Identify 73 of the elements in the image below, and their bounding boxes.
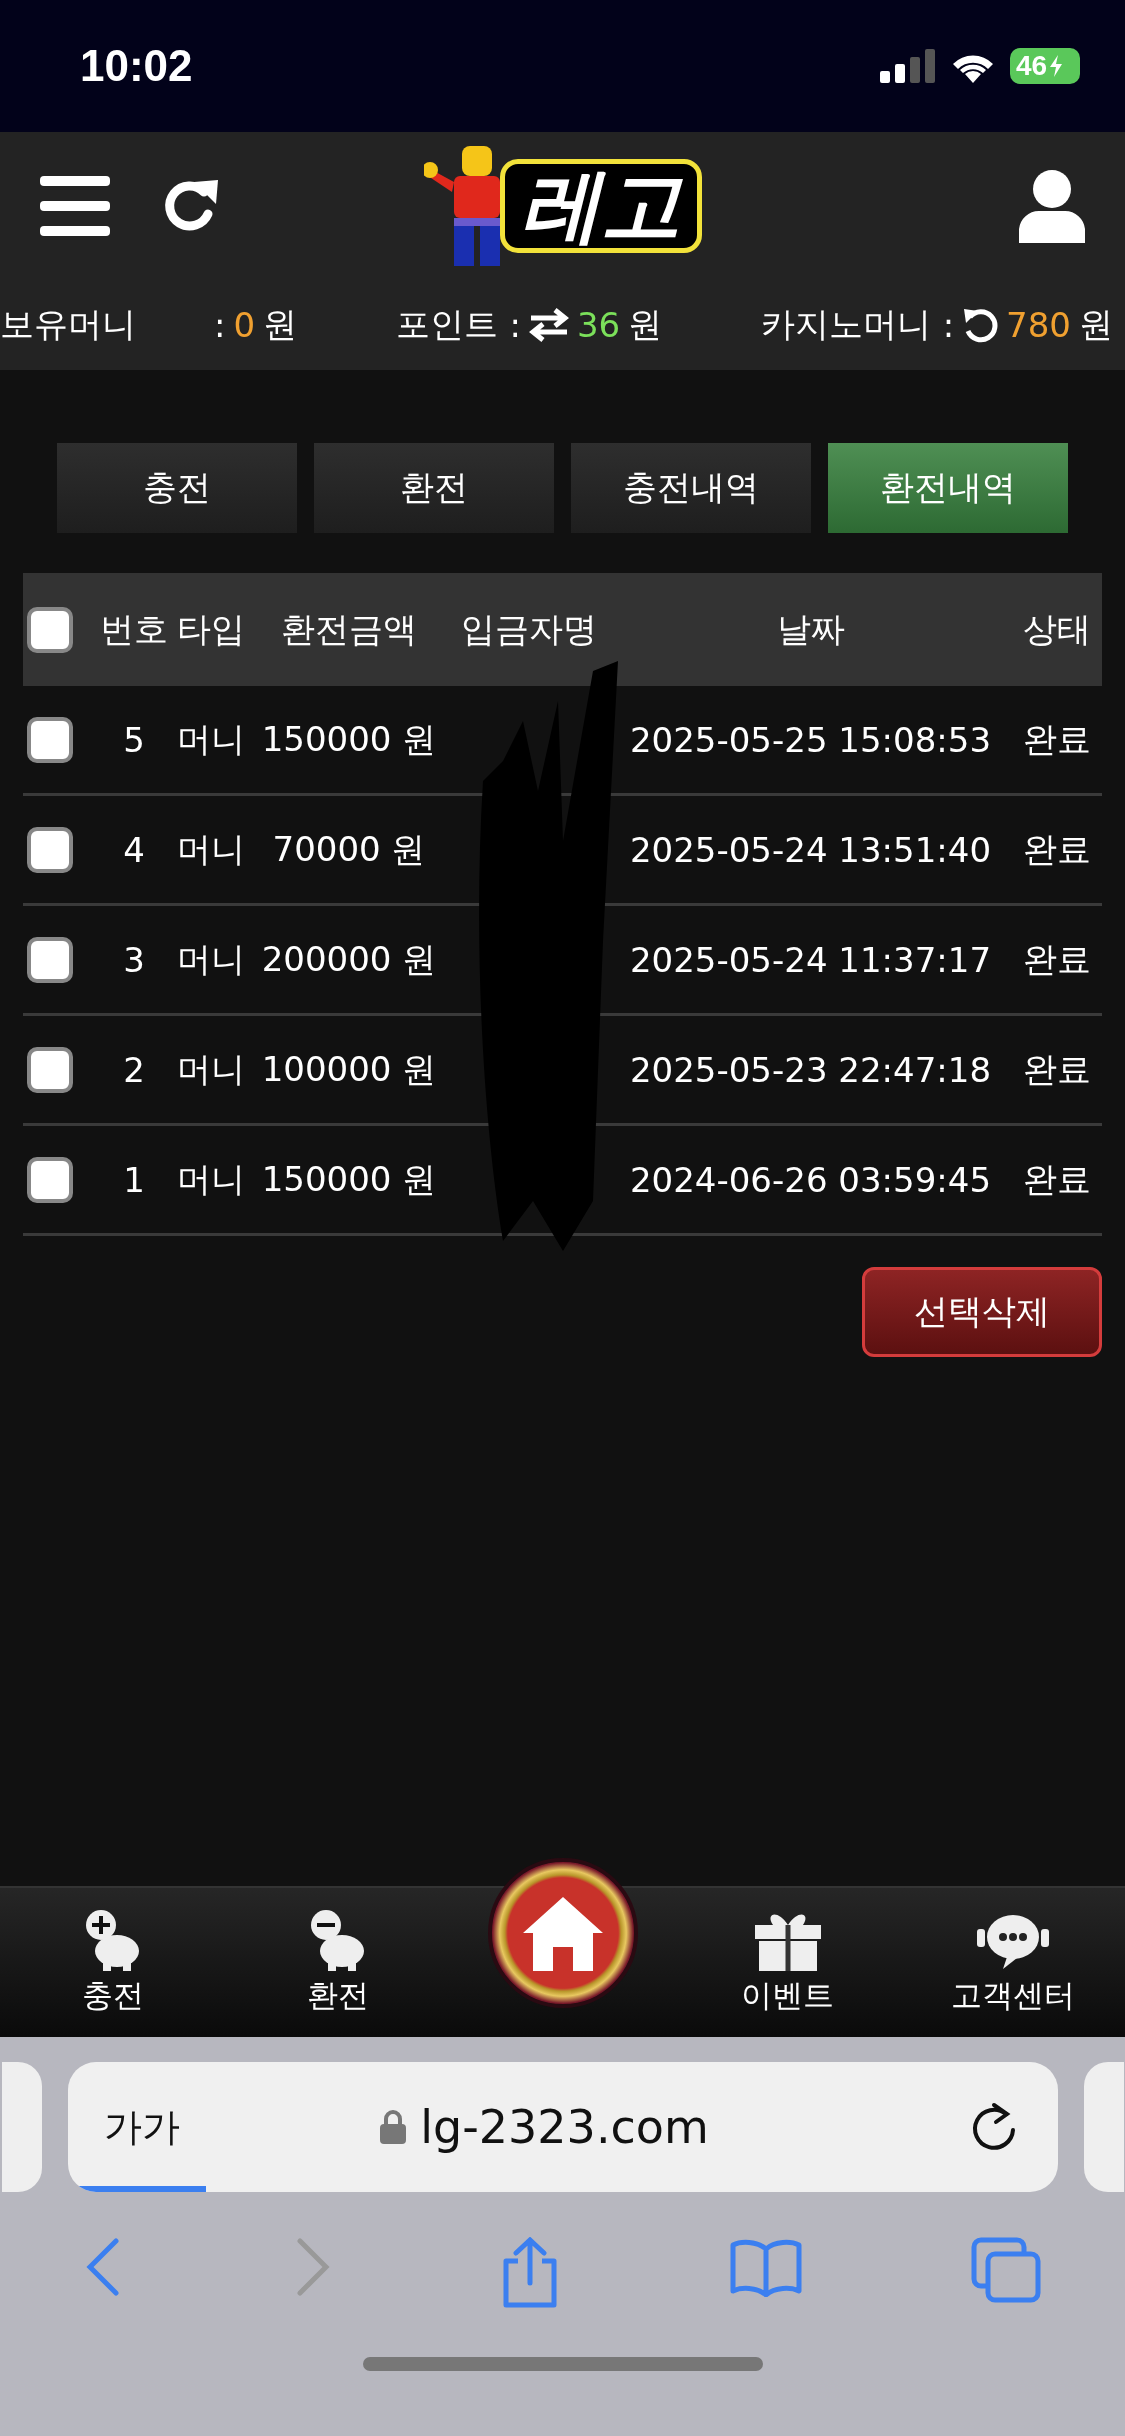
colon: :	[214, 305, 226, 345]
signal-icon	[880, 49, 936, 83]
table-cell-text: 5	[122, 719, 146, 760]
table-cell-text: 2	[122, 1049, 146, 1090]
table-cell-text: 완료	[1022, 937, 1092, 981]
tab[interactable]: 환전	[314, 443, 554, 533]
table-cell-text: 150000 원	[260, 1157, 438, 1201]
undo-arrow-icon	[962, 307, 999, 343]
table-cell-text: 완료	[1022, 1047, 1092, 1091]
piggy-bank-plus-icon	[84, 1908, 141, 1971]
checkbox[interactable]	[27, 826, 73, 873]
column-header: 상태	[1022, 607, 1092, 651]
text-size-button[interactable]: 가가	[103, 2101, 180, 2153]
nav-button[interactable]: 이벤트	[675, 1888, 900, 2037]
table-cell-text: 2025-05-24 13:51:40	[628, 829, 993, 870]
table-cell-text: 200000 원	[260, 937, 438, 981]
table-cell-text: 머니	[176, 717, 246, 761]
user-icon[interactable]	[1019, 169, 1085, 243]
table-cell-text: 머니	[176, 827, 246, 871]
table-cell-text: 150000 원	[260, 717, 438, 761]
currency-unit: 원	[263, 303, 298, 346]
table-cell-text: 완료	[1022, 1157, 1092, 1201]
column-header: 타입	[176, 607, 246, 651]
checkbox[interactable]	[27, 1046, 73, 1093]
column-header: 환전금액	[280, 607, 418, 651]
table-cell-text: 머니	[176, 1047, 246, 1091]
tab[interactable]: 충전내역	[571, 443, 811, 533]
table-cell-text: 4	[122, 829, 146, 870]
table-cell-text: 머니	[176, 937, 246, 981]
nav-button[interactable]: 고객센터	[900, 1888, 1125, 2037]
column-header: 번호	[99, 607, 169, 651]
piggy-bank-minus-icon	[309, 1908, 366, 1971]
table-cell-text: 70000 원	[271, 827, 427, 871]
balance-value: 36	[576, 305, 621, 345]
colon: :	[942, 305, 955, 345]
balance-label: 보유머니	[0, 303, 136, 346]
charging-bolt-icon	[1049, 55, 1064, 77]
checkbox[interactable]	[27, 606, 73, 653]
battery-level: 46	[1016, 50, 1048, 82]
address-bar[interactable]: 가가 lg-2323.com	[67, 2062, 1058, 2192]
column-header: 입금자명	[460, 607, 598, 651]
table-cell-text: 3	[122, 939, 146, 980]
table-cell-text: 2024-06-26 03:59:45	[628, 1159, 993, 1200]
currency-unit: 원	[628, 303, 663, 346]
tab[interactable]: 환전내역	[828, 443, 1068, 533]
balance-value: 0	[233, 305, 256, 345]
delete-selected-button[interactable]: 선택삭제	[862, 1267, 1102, 1357]
table-cell-text: 2025-05-24 11:37:17	[628, 939, 993, 980]
checkbox[interactable]	[27, 936, 73, 983]
tab[interactable]: 충전	[57, 443, 297, 533]
table-cell-text: 2025-05-23 22:47:18	[628, 1049, 993, 1090]
column-header: 날짜	[775, 607, 846, 651]
table-cell-text: 100000 원	[260, 1047, 438, 1091]
menu-icon[interactable]	[40, 176, 110, 236]
table-cell-text: 2025-05-25 15:08:53	[628, 719, 993, 760]
logo-text[interactable]: 레고	[499, 159, 702, 253]
transfer-arrows-icon	[528, 308, 569, 342]
balance-value: 780	[1006, 305, 1071, 345]
table-cell-text: 머니	[176, 1157, 246, 1201]
table-cell-text: 1	[122, 1159, 146, 1200]
status-time: 10:02	[80, 41, 193, 91]
balance-label: 포인트	[395, 303, 498, 346]
url-text: lg-2323.com	[420, 2100, 709, 2154]
balance-label: 카지노머니	[760, 303, 931, 346]
table-cell-text: 완료	[1022, 717, 1092, 761]
table-cell-text: 완료	[1022, 827, 1092, 871]
lock-icon	[380, 2110, 407, 2144]
colon: :	[509, 305, 521, 345]
checkbox[interactable]	[27, 716, 73, 763]
checkbox[interactable]	[27, 1156, 73, 1203]
nav-button[interactable]: 환전	[225, 1888, 450, 2037]
nav-button[interactable]: 충전	[0, 1888, 225, 2037]
currency-unit: 원	[1079, 303, 1113, 346]
